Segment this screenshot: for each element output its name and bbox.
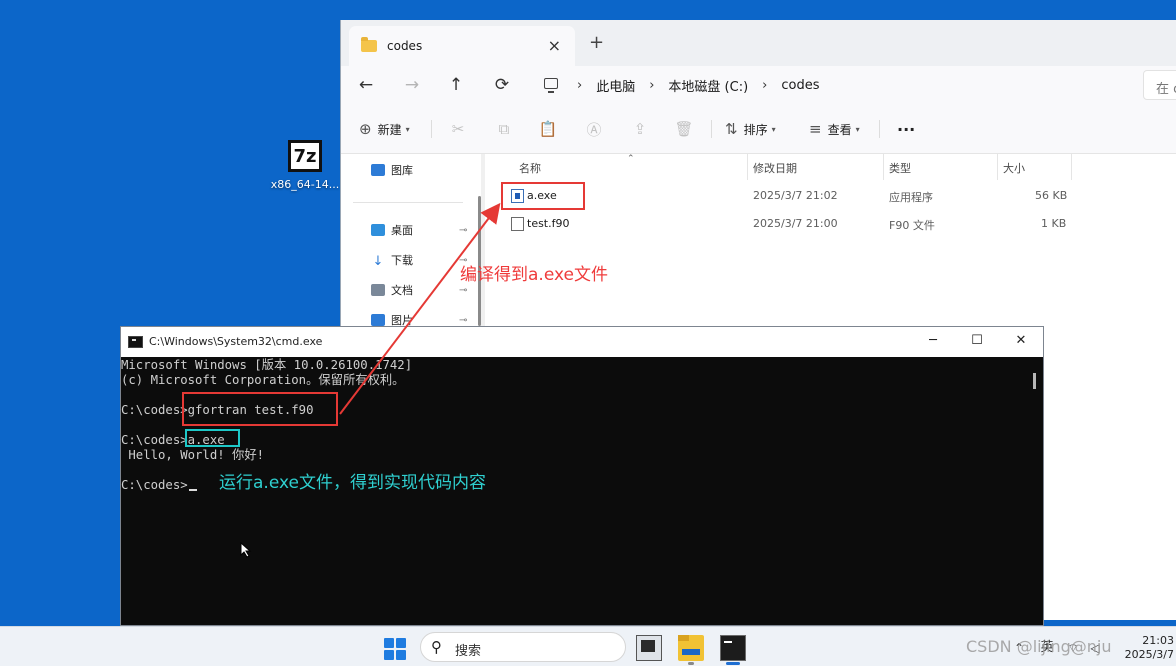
windows-logo-icon [396, 650, 406, 660]
start-button[interactable] [384, 638, 406, 660]
annotation-run-note: 运行a.exe文件，得到实现代码内容 [219, 473, 486, 493]
active-indicator [726, 662, 740, 665]
taskbar-search[interactable]: ⚲ 搜索 [420, 632, 626, 662]
windows-logo-icon [384, 638, 394, 648]
clock-time: 21:03 [1142, 634, 1174, 647]
windows-logo-icon [384, 650, 394, 660]
search-placeholder: 搜索 [455, 644, 482, 659]
taskbar: ⚲ 搜索 ⌃ 英 ⌔ ◁ CSDN @lijing@nju 21:03 2025… [0, 626, 1176, 666]
task-view-icon[interactable] [636, 635, 662, 661]
search-icon: ⚲ [431, 638, 442, 656]
annotation-compile-note: 编译得到a.exe文件 [460, 265, 608, 285]
annotation-arrow [339, 202, 501, 415]
csdn-watermark: CSDN @lijing@nju [966, 637, 1112, 656]
running-indicator [688, 662, 694, 665]
file-explorer-icon[interactable] [678, 635, 704, 661]
terminal-app-icon[interactable] [720, 635, 746, 661]
clock-date: 2025/3/7 [1124, 648, 1174, 661]
mouse-pointer-icon [240, 542, 252, 558]
clock[interactable]: 21:03 2025/3/7 [1116, 634, 1174, 662]
windows-logo-icon [396, 638, 406, 648]
